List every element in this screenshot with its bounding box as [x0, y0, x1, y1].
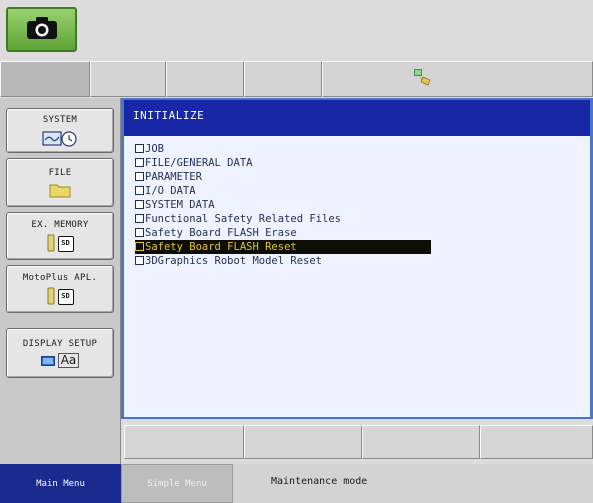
- folder-icon: [49, 182, 71, 198]
- list-item-label: Safety Board FLASH Reset: [145, 241, 297, 253]
- menu-file-label: FILE: [48, 167, 72, 178]
- bottom-button-3[interactable]: [362, 425, 480, 459]
- list-item-label: SYSTEM DATA: [145, 199, 215, 211]
- display-font-icon: Aa: [40, 352, 80, 368]
- list-item-label: Functional Safety Related Files: [145, 213, 341, 225]
- menu-ex-memory-button[interactable]: EX. MEMORY SD: [6, 212, 114, 260]
- menu-system-button[interactable]: SYSTEM: [6, 108, 114, 153]
- tab-1[interactable]: [0, 61, 90, 97]
- simple-menu-button[interactable]: Simple Menu: [121, 464, 233, 503]
- list-item-file-general-data[interactable]: FILE/GENERAL DATA: [135, 156, 431, 170]
- menu-system-label: SYSTEM: [42, 114, 78, 125]
- list-item-io-data[interactable]: I/O DATA: [135, 184, 431, 198]
- sd-card-icon: SD: [57, 289, 74, 305]
- list-item-label: Safety Board FLASH Erase: [145, 227, 297, 239]
- menu-display-setup-button[interactable]: DISPLAY SETUP Aa: [6, 328, 114, 378]
- checkbox[interactable]: [135, 186, 144, 195]
- list-item-label: JOB: [145, 143, 164, 155]
- memory-stick-icon: [47, 234, 54, 252]
- sd-card-text: SD: [61, 239, 70, 247]
- status-bar: Main Menu Simple Menu Maintenance mode: [0, 464, 593, 503]
- checkbox[interactable]: [135, 200, 144, 209]
- sd-card-icon: SD: [57, 236, 74, 252]
- bottom-button-2[interactable]: [244, 425, 362, 459]
- main-panel: INITIALIZE JOB FILE/GENERAL DATA PARAMET…: [121, 98, 593, 419]
- bottom-button-4[interactable]: [480, 425, 593, 459]
- checkbox[interactable]: [135, 172, 144, 181]
- menu-file-button[interactable]: FILE: [6, 158, 114, 207]
- checkbox[interactable]: [135, 144, 144, 153]
- checkbox[interactable]: [135, 242, 144, 251]
- status-area: [322, 61, 593, 97]
- robot-tool-status-icon: [413, 68, 433, 90]
- list-item-label: I/O DATA: [145, 185, 196, 197]
- checkbox[interactable]: [135, 228, 144, 237]
- initialize-list: JOB FILE/GENERAL DATA PARAMETER I/O DATA…: [124, 136, 590, 417]
- list-item-safety-flash-reset[interactable]: Safety Board FLASH Reset: [135, 240, 431, 254]
- list-item-label: PARAMETER: [145, 171, 202, 183]
- tab-4[interactable]: [244, 61, 322, 97]
- menu-ex-memory-label: EX. MEMORY: [31, 220, 89, 230]
- page-title: INITIALIZE: [124, 100, 590, 136]
- tab-row: [0, 61, 593, 97]
- motoplus-icons: SD: [47, 287, 74, 305]
- list-item-safety-flash-erase[interactable]: Safety Board FLASH Erase: [135, 226, 431, 240]
- tab-2[interactable]: [90, 61, 166, 97]
- screenshot-button[interactable]: [6, 7, 77, 52]
- left-menu: SYSTEM FILE EX. MEMORY SD MotoPlus APL. …: [0, 98, 121, 464]
- main-menu-button[interactable]: Main Menu: [0, 464, 121, 503]
- list-item-system-data[interactable]: SYSTEM DATA: [135, 198, 431, 212]
- font-sample-text: Aa: [57, 352, 80, 368]
- mode-indicator: Maintenance mode: [271, 476, 368, 487]
- checkbox[interactable]: [135, 158, 144, 167]
- list-item-job[interactable]: JOB: [135, 142, 431, 156]
- system-clock-icon: [42, 129, 78, 147]
- bottom-button-row: [121, 419, 593, 464]
- list-item-label: FILE/GENERAL DATA: [145, 157, 253, 169]
- checkbox[interactable]: [135, 256, 144, 265]
- list-item-label: 3DGraphics Robot Model Reset: [145, 255, 323, 267]
- menu-display-setup-label: DISPLAY SETUP: [22, 338, 98, 349]
- menu-motoplus-label: MotoPlus APL.: [22, 273, 98, 283]
- sd-card-text: SD: [61, 292, 70, 300]
- list-item-functional-safety[interactable]: Functional Safety Related Files: [135, 212, 431, 226]
- checkbox[interactable]: [135, 214, 144, 223]
- memory-stick-icon: [47, 287, 54, 305]
- top-toolbar: [0, 0, 593, 60]
- menu-motoplus-button[interactable]: MotoPlus APL. SD: [6, 265, 114, 313]
- tab-3[interactable]: [166, 61, 244, 97]
- list-item-parameter[interactable]: PARAMETER: [135, 170, 431, 184]
- list-item-3dgraphics-reset[interactable]: 3DGraphics Robot Model Reset: [135, 254, 431, 268]
- ex-memory-icons: SD: [47, 234, 74, 252]
- bottom-button-1[interactable]: [124, 425, 244, 459]
- camera-icon: [25, 15, 59, 45]
